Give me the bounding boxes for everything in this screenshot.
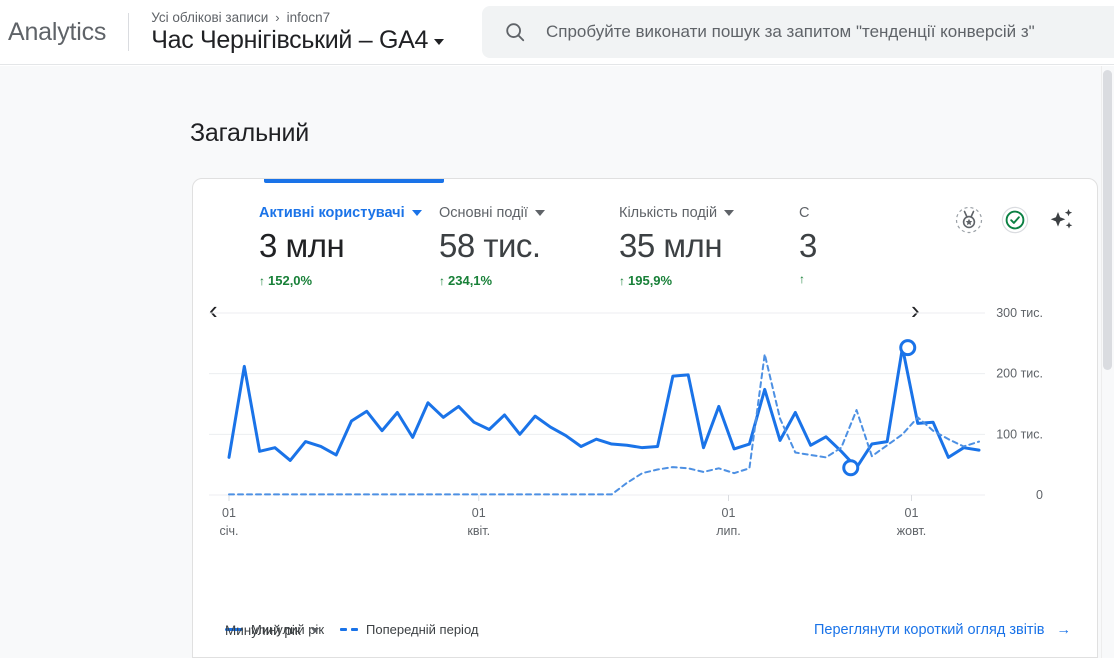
metric-label-text: С xyxy=(799,205,810,221)
property-title-text: Час Чернігівський – GA4 xyxy=(151,25,429,54)
metric-delta: ↑ 152,0% xyxy=(259,273,439,288)
metric-delta-text: 234,1% xyxy=(448,273,493,288)
metric-delta: ↑ 234,1% xyxy=(439,273,619,288)
check-circle-icon[interactable] xyxy=(1001,206,1029,234)
metric-card[interactable]: Основні події 58 тис. ↑ 234,1% xyxy=(439,205,619,305)
medal-insights-icon[interactable] xyxy=(955,206,983,234)
breadcrumb-property[interactable]: infocn7 xyxy=(287,10,331,25)
arrow-up-icon: ↑ xyxy=(259,273,265,288)
x-axis-tick-day: 01 xyxy=(472,506,486,520)
metric-card[interactable]: С 3 ↑ xyxy=(799,205,899,305)
metric-label[interactable]: Кількість подій xyxy=(619,205,799,221)
active-tab-indicator xyxy=(264,179,444,183)
metric-label-text: Активні користувачі xyxy=(259,205,405,221)
property-title[interactable]: Час Чернігівський – GA4 xyxy=(151,25,445,55)
metric-value: 58 тис. xyxy=(439,227,541,264)
x-axis-tick-month: січ. xyxy=(219,524,238,538)
metric-delta: ↑ 195,9% xyxy=(619,273,799,288)
chart-marker-peak[interactable] xyxy=(899,339,917,357)
card-actions xyxy=(955,205,1077,235)
metric-card[interactable]: Кількість подій 35 млн ↑ 195,9% xyxy=(619,205,799,305)
metric-value: 3 xyxy=(799,227,817,264)
arrow-up-icon: ↑ xyxy=(439,273,445,288)
chart-marker-low[interactable] xyxy=(842,459,860,477)
breadcrumb: Усі облікові записи › infocn7 xyxy=(151,10,444,25)
scrollbar-thumb[interactable] xyxy=(1103,70,1112,370)
x-axis-tick-day: 01 xyxy=(722,506,736,520)
date-range-select[interactable]: Минулий рік xyxy=(225,623,319,638)
reports-snapshot-label: Переглянути короткий огляд звітів xyxy=(814,622,1045,638)
breadcrumb-account[interactable]: Усі облікові записи xyxy=(151,10,268,25)
chevron-down-icon xyxy=(310,627,319,633)
metric-label-text: Основні події xyxy=(439,205,528,221)
analytics-logo[interactable]: Analytics xyxy=(8,18,106,47)
metric-delta-text: 152,0% xyxy=(268,273,313,288)
y-axis-tick-label: 300 тис. xyxy=(996,306,1043,320)
x-axis-tick-month: лип. xyxy=(716,524,741,538)
chevron-right-icon: › xyxy=(275,9,280,25)
arrow-up-icon: ↑ xyxy=(619,273,625,288)
metric-value: 35 млн xyxy=(619,227,723,264)
reports-snapshot-link[interactable]: Переглянути короткий огляд звітів → xyxy=(814,622,1071,638)
overview-chart[interactable]: 0 100 тис. 200 тис. 300 тис. 01 січ. 01 квіт. 01… xyxy=(193,299,1097,589)
search-icon xyxy=(506,23,525,42)
date-range-label: Минулий рік xyxy=(225,622,301,638)
page-scrollbar[interactable] xyxy=(1101,66,1114,658)
chevron-down-icon xyxy=(534,210,545,216)
metric-card[interactable]: Активні користувачі 3 млн ↑ 152,0% xyxy=(259,205,439,305)
x-axis-tick-day: 01 xyxy=(222,506,236,520)
chart-series-current xyxy=(227,346,981,470)
metric-label[interactable]: Активні користувачі xyxy=(259,205,439,221)
metric-strip: Активні користувачі 3 млн ↑ 152,0% Основні п… xyxy=(259,205,899,305)
metric-label-text: Кількість подій xyxy=(619,205,718,221)
header-divider xyxy=(128,13,130,51)
account-selector[interactable]: Усі облікові записи › infocn7 Час Черніг… xyxy=(151,10,445,55)
search-input[interactable] xyxy=(546,17,1114,47)
x-axis-tick-month: квіт. xyxy=(467,524,490,538)
chart-series-previous xyxy=(228,353,980,496)
y-axis-tick-label: 0 xyxy=(1036,488,1043,502)
arrow-right-icon: → xyxy=(1056,622,1072,638)
metric-label[interactable]: С xyxy=(799,205,899,221)
chevron-down-icon xyxy=(411,210,422,216)
chevron-down-icon xyxy=(724,210,735,216)
page-title: Загальний xyxy=(190,119,310,147)
page-body: Загальний ‹ › Активні користувачі 3 млн ↑ 1… xyxy=(0,66,1114,658)
y-axis-tick-label: 200 тис. xyxy=(996,367,1043,381)
metric-value: 3 млн xyxy=(259,227,345,264)
x-axis-tick-day: 01 xyxy=(905,506,919,520)
metric-label[interactable]: Основні події xyxy=(439,205,619,221)
top-bar: Analytics Усі облікові записи › infocn7 … xyxy=(0,0,1114,65)
search-bar[interactable] xyxy=(482,6,1114,58)
chevron-down-icon xyxy=(434,39,445,45)
overview-card: ‹ › Активні користувачі 3 млн ↑ 152,0% Основ… xyxy=(192,178,1098,658)
y-axis-tick-label: 100 тис. xyxy=(996,427,1043,441)
x-axis-tick-month: жовт. xyxy=(897,524,927,538)
metric-delta-text: 195,9% xyxy=(628,273,673,288)
sparkle-icon[interactable] xyxy=(1047,205,1077,235)
metric-delta: ↑ xyxy=(799,273,899,285)
card-footer: Минулий рік Переглянути короткий огляд з… xyxy=(193,603,1097,657)
chart-canvas: 0 100 тис. 200 тис. 300 тис. 01 січ. 01 квіт. 01… xyxy=(209,306,1043,538)
arrow-up-icon: ↑ xyxy=(799,272,805,286)
